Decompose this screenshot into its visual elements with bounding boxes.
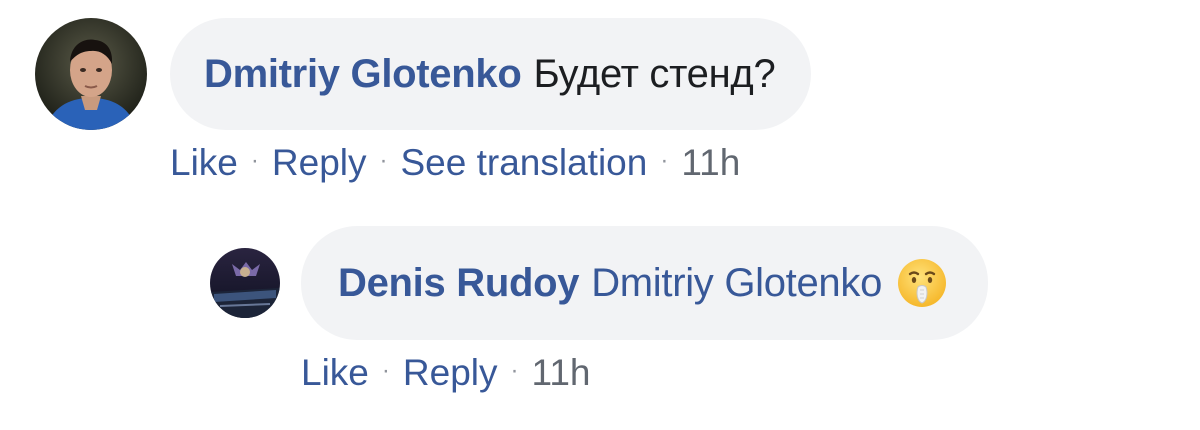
see-translation-link[interactable]: See translation: [401, 142, 648, 184]
separator: ·: [510, 357, 519, 384]
avatar-photo-icon: [35, 18, 147, 130]
like-link[interactable]: Like: [301, 352, 369, 394]
reply-comment: Denis Rudoy Dmitriy Glotenko Like · Repl…: [210, 226, 989, 394]
like-link[interactable]: Like: [170, 142, 238, 184]
timestamp[interactable]: 11h: [532, 352, 591, 394]
avatar-photo-icon: [210, 248, 280, 318]
avatar[interactable]: [35, 18, 147, 130]
comment-thread: Dmitriy Glotenko Будет стенд? Like · Rep…: [0, 0, 1200, 430]
comment-text: Будет стенд?: [533, 51, 776, 96]
mention-link[interactable]: Dmitriy Glotenko: [591, 261, 882, 306]
separator: ·: [379, 147, 388, 174]
comment: Dmitriy Glotenko Будет стенд? Like · Rep…: [35, 18, 812, 184]
reply-link[interactable]: Reply: [272, 142, 367, 184]
shushing-face-icon: [896, 257, 948, 309]
reply-link[interactable]: Reply: [403, 352, 498, 394]
comment-author[interactable]: Dmitriy Glotenko: [204, 52, 522, 97]
timestamp[interactable]: 11h: [681, 142, 740, 184]
avatar[interactable]: [210, 248, 280, 318]
separator: ·: [660, 147, 669, 174]
comment-actions: Like · Reply · See translation · 11h: [170, 142, 811, 184]
reply-actions: Like · Reply · 11h: [301, 352, 988, 394]
reply-bubble: Denis Rudoy Dmitriy Glotenko: [301, 226, 989, 340]
separator: ·: [250, 147, 259, 174]
comment-bubble: Dmitriy Glotenko Будет стенд?: [170, 18, 812, 130]
reply-author[interactable]: Denis Rudoy: [338, 261, 579, 306]
separator: ·: [381, 357, 390, 384]
